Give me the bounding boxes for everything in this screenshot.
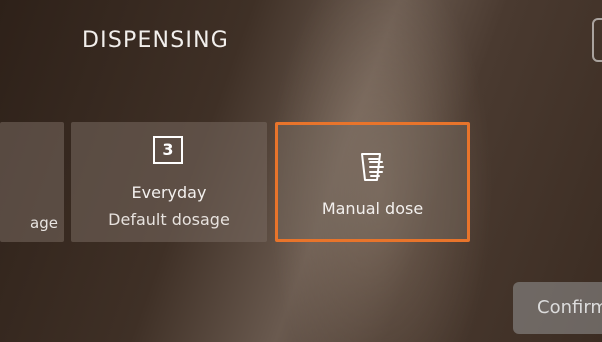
mode-card-manual-dose[interactable] <box>275 122 470 242</box>
everyday-subtitle: Default dosage <box>108 210 230 229</box>
manual-dose-label: Manual dose <box>321 199 424 218</box>
top-right-button[interactable] <box>592 18 602 62</box>
mode-card-previous[interactable]: age <box>0 122 64 242</box>
measuring-cup-hand-icon <box>361 153 384 181</box>
page-title: DISPENSING <box>82 28 229 53</box>
everyday-title: Everyday <box>131 183 207 202</box>
confirm-button[interactable]: Confirm <box>513 282 602 334</box>
mode-card-previous-label: age <box>30 214 58 232</box>
everyday-badge: 3 <box>153 136 183 164</box>
